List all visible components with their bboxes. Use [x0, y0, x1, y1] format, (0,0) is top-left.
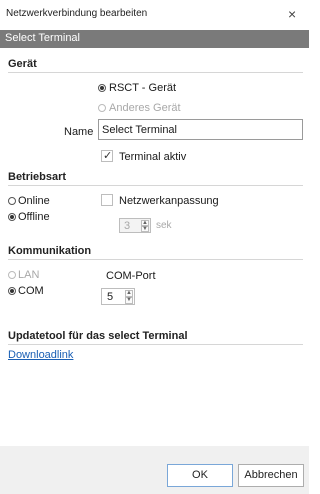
label-offline: Offline — [18, 211, 50, 223]
label-rsct: RSCT - Gerät — [109, 82, 177, 94]
netzwerkanpassung-checkbox[interactable] — [101, 194, 113, 206]
name-field-value: Select Terminal — [102, 124, 177, 136]
radio-lan[interactable] — [8, 271, 16, 279]
terminal-aktiv-checkbox[interactable] — [101, 149, 113, 162]
com-port-up-icon[interactable]: ▲ — [125, 290, 133, 297]
netzwerkanpassung-label: Netzwerkanpassung — [119, 195, 219, 207]
sek-value: 3 — [124, 220, 131, 232]
divider-betriebsart — [8, 185, 303, 186]
ok-button[interactable]: OK — [167, 464, 233, 487]
page-title: Select Terminal — [5, 32, 80, 44]
com-port-down-icon[interactable]: ▼ — [125, 297, 133, 304]
com-port-label: COM-Port — [106, 270, 156, 282]
radio-anderes-geraet[interactable] — [98, 104, 106, 112]
section-updatetool: Updatetool für das select Terminal — [8, 330, 188, 342]
radio-offline[interactable] — [8, 213, 16, 221]
sek-unit: sek — [156, 220, 172, 231]
section-betriebsart: Betriebsart — [8, 171, 67, 183]
com-port-value: 5 — [107, 291, 114, 303]
divider-geraet — [8, 72, 303, 73]
section-geraet: Gerät — [8, 58, 37, 70]
label-com: COM — [18, 285, 44, 297]
window-title: Netzwerkverbindung bearbeiten — [6, 8, 148, 19]
radio-com[interactable] — [8, 287, 16, 295]
label-online: Online — [18, 195, 50, 207]
com-port-stepper[interactable]: 5 ▲ ▼ — [101, 288, 135, 305]
label-lan: LAN — [18, 269, 40, 281]
cancel-button[interactable]: Abbrechen — [238, 464, 304, 487]
sek-down-icon[interactable]: ▼ — [141, 226, 149, 232]
close-icon[interactable]: × — [288, 6, 296, 22]
radio-online[interactable] — [8, 197, 16, 205]
divider-updatetool — [8, 344, 303, 345]
section-kommunikation: Kommunikation — [8, 245, 92, 257]
terminal-aktiv-label: Terminal aktiv — [119, 151, 187, 163]
name-label: Name — [64, 126, 94, 138]
sek-stepper[interactable]: 3 ▲ ▼ — [119, 218, 151, 233]
divider-kommunikation — [8, 259, 303, 260]
download-link[interactable]: Downloadlink — [8, 349, 73, 361]
radio-rsct[interactable] — [98, 84, 106, 92]
label-anderes-geraet: Anderes Gerät — [109, 102, 181, 114]
name-field[interactable]: Select Terminal — [98, 119, 303, 140]
